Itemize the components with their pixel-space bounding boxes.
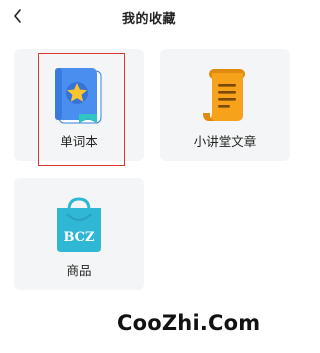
goods-label: 商品 [66, 263, 92, 278]
highlight-annotation-box [38, 53, 125, 166]
page-title: 我的收藏 [121, 12, 176, 27]
scroll-article-icon [195, 67, 255, 125]
articles-label: 小讲堂文章 [193, 134, 257, 149]
shopping-bag-icon: BCZ [49, 196, 109, 254]
favorites-page: 我的收藏 单词本 小讲堂文章 BCZ 商品 CooZhi.Com [0, 0, 298, 353]
nav-bar: 我的收藏 [0, 0, 298, 36]
goods-card[interactable]: BCZ 商品 [14, 178, 144, 290]
bag-badge-text: BCZ [63, 230, 95, 245]
watermark-text: CooZhi.Com [117, 311, 261, 335]
articles-card[interactable]: 小讲堂文章 [160, 49, 290, 161]
